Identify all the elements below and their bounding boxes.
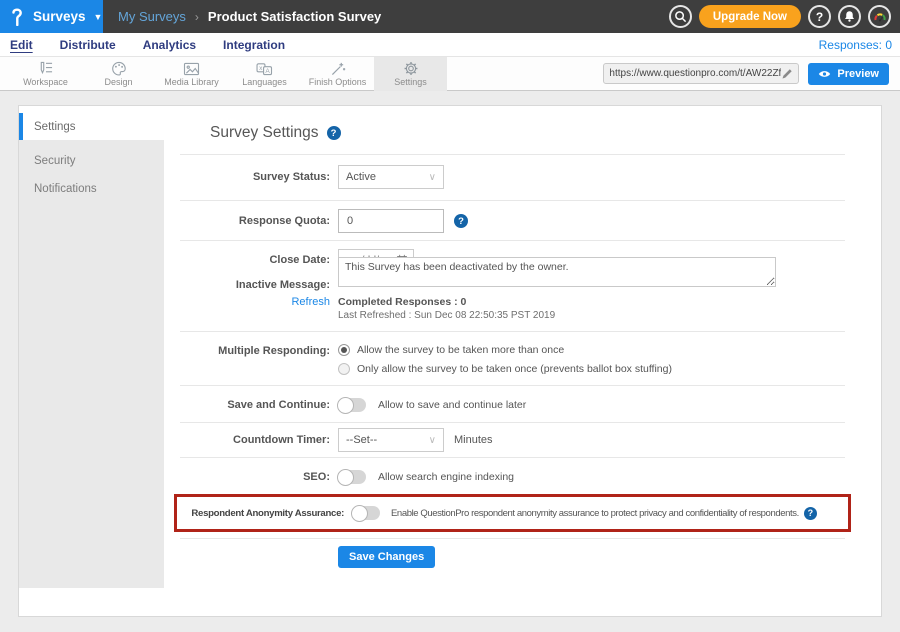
save-and-continue-description: Allow to save and continue later (378, 399, 526, 411)
breadcrumb-parent[interactable]: My Surveys (118, 9, 186, 24)
chevron-down-icon: ▼ (94, 12, 103, 22)
eye-icon (818, 69, 831, 79)
last-refreshed-text: Last Refreshed : Sun Dec 08 22:50:35 PST… (338, 310, 555, 321)
tab-languages[interactable]: x A Languages (228, 57, 301, 91)
response-quota-help-icon[interactable]: ? (454, 214, 468, 228)
seo-description: Allow search engine indexing (378, 471, 514, 483)
questionpro-logo-icon (9, 7, 26, 26)
tab-settings[interactable]: Settings (374, 57, 447, 91)
responses-count[interactable]: Responses: 0 (819, 38, 900, 52)
upgrade-now-button[interactable]: Upgrade Now (699, 5, 801, 28)
save-and-continue-label: Save and Continue: (180, 399, 330, 411)
response-quota-label: Response Quota: (180, 215, 330, 227)
response-quota-input[interactable] (338, 209, 444, 233)
search-button[interactable] (669, 5, 692, 28)
survey-url-input[interactable] (609, 68, 781, 79)
save-and-continue-row: Save and Continue: Allow to save and con… (180, 386, 845, 422)
gauge-icon (873, 11, 887, 23)
countdown-timer-select[interactable]: --Set-- ∨ (338, 428, 444, 452)
multiple-responding-row: Multiple Responding: Allow the survey to… (180, 332, 845, 385)
radio-option-multiple[interactable]: Allow the survey to be taken more than o… (338, 344, 564, 356)
app-menu[interactable]: Surveys ▼ (0, 0, 103, 33)
survey-url-field[interactable] (603, 63, 799, 84)
sidebar-item-notifications[interactable]: Notifications (19, 175, 164, 202)
nav-tab-analytics[interactable]: Analytics (143, 38, 196, 52)
nav-tab-distribute[interactable]: Distribute (60, 38, 116, 52)
inactive-message-row: Inactive Message: This Survey has been d… (180, 257, 845, 291)
image-icon (183, 62, 200, 76)
tab-media-library[interactable]: Media Library (155, 57, 228, 91)
notifications-button[interactable] (838, 5, 861, 28)
workspace-icon (37, 61, 54, 76)
radio-selected-icon[interactable] (338, 344, 350, 356)
multiple-responding-label: Multiple Responding: (180, 344, 330, 357)
page-background: Settings Security Notifications Survey S… (0, 91, 900, 632)
breadcrumb-current: Product Satisfaction Survey (208, 9, 381, 24)
bell-icon (843, 10, 856, 23)
gear-icon (403, 61, 419, 76)
refresh-row: Refresh Completed Responses : 0 Last Ref… (180, 291, 845, 331)
tab-design[interactable]: Design (82, 57, 155, 91)
inactive-message-label: Inactive Message: (180, 257, 330, 291)
breadcrumb: My Surveys › Product Satisfaction Survey (118, 9, 381, 24)
countdown-timer-label: Countdown Timer: (180, 434, 330, 446)
survey-status-select[interactable]: Active ∨ (338, 165, 444, 189)
save-and-continue-toggle[interactable] (338, 398, 366, 412)
seo-toggle[interactable] (338, 470, 366, 484)
nav-tab-edit[interactable]: Edit (10, 38, 33, 52)
seo-label: SEO: (180, 471, 330, 483)
completed-responses-text: Completed Responses : 0 (338, 296, 555, 308)
respondent-anonymity-label: Respondent Anonymity Assurance: (187, 508, 344, 519)
chevron-down-icon: ∨ (429, 172, 436, 183)
edit-toolbar: Workspace Design Media Library x A (0, 57, 900, 91)
tab-workspace[interactable]: Workspace (9, 57, 82, 91)
preview-button[interactable]: Preview (808, 63, 889, 85)
breadcrumb-separator-icon: › (195, 10, 199, 24)
tab-finish-options[interactable]: Finish Options (301, 57, 374, 91)
settings-content: Survey Settings ? Survey Status: Active … (164, 106, 881, 616)
sidebar-panel: Security Notifications (19, 140, 164, 588)
app-menu-label: Surveys (33, 9, 86, 24)
settings-sidebar: Settings Security Notifications (19, 106, 164, 616)
countdown-timer-row: Countdown Timer: --Set-- ∨ Minutes (180, 423, 845, 457)
seo-row: SEO: Allow search engine indexing (180, 458, 845, 494)
save-row: Save Changes (180, 539, 845, 568)
chevron-down-icon: ∨ (429, 435, 436, 446)
survey-status-label: Survey Status: (180, 171, 330, 183)
survey-status-row: Survey Status: Active ∨ (180, 155, 845, 200)
palette-icon (111, 61, 127, 76)
radio-unselected-icon[interactable] (338, 363, 350, 375)
countdown-timer-suffix: Minutes (454, 434, 493, 446)
top-bar: Surveys ▼ My Surveys › Product Satisfact… (0, 0, 900, 33)
edit-pencil-icon[interactable] (781, 68, 793, 80)
title-help-icon[interactable]: ? (327, 126, 341, 140)
survey-nav: Edit Distribute Analytics Integration Re… (0, 33, 900, 57)
sidebar-item-security[interactable]: Security (19, 147, 164, 174)
refresh-link[interactable]: Refresh (180, 296, 330, 308)
respondent-anonymity-highlight: Respondent Anonymity Assurance: Enable Q… (174, 494, 851, 532)
respondent-anonymity-toggle[interactable] (352, 506, 380, 520)
feedback-gauge-button[interactable] (868, 5, 891, 28)
radio-option-once[interactable]: Only allow the survey to be taken once (… (338, 363, 672, 375)
svg-text:A: A (265, 68, 270, 75)
response-quota-row: Response Quota: ? (180, 201, 845, 240)
translate-icon: x A (256, 62, 273, 76)
search-icon (674, 10, 687, 23)
sidebar-item-settings[interactable]: Settings (19, 113, 164, 140)
settings-card: Settings Security Notifications Survey S… (18, 105, 882, 617)
nav-tab-integration[interactable]: Integration (223, 38, 285, 52)
page-title: Survey Settings (210, 124, 319, 142)
respondent-anonymity-help-icon[interactable]: ? (804, 507, 817, 520)
help-button[interactable]: ? (808, 5, 831, 28)
inactive-message-textarea[interactable]: This Survey has been deactivated by the … (338, 257, 776, 287)
respondent-anonymity-description: Enable QuestionPro respondent anonymity … (391, 508, 799, 519)
magic-wand-icon (330, 61, 346, 76)
save-changes-button[interactable]: Save Changes (338, 546, 435, 568)
